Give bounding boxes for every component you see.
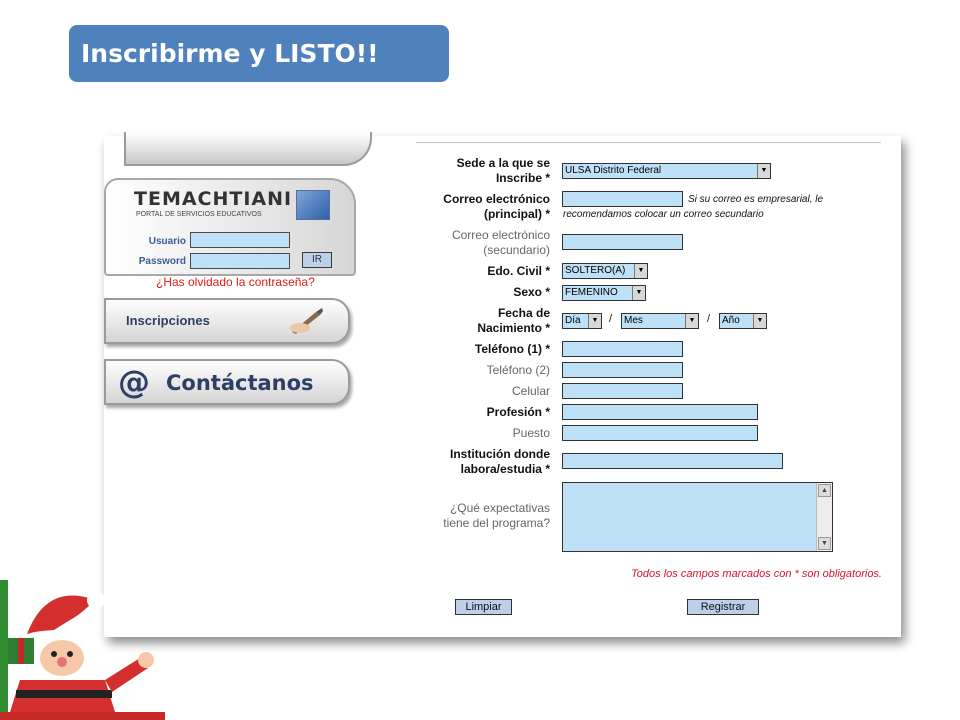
limpiar-button[interactable]: Limpiar xyxy=(455,599,512,615)
correo2-label: Correo electrónico (secundario) xyxy=(451,228,550,257)
inscripciones-button[interactable]: Inscripciones xyxy=(104,298,350,344)
expectativas-textarea[interactable]: ▲ ▼ xyxy=(562,482,833,552)
divider xyxy=(416,142,881,143)
tel2-input[interactable] xyxy=(562,362,683,378)
puesto-label: Puesto xyxy=(512,426,550,440)
emblem-icon xyxy=(296,190,330,220)
profesion-label: Profesión * xyxy=(486,405,550,419)
usuario-label: Usuario xyxy=(148,236,186,247)
tel2-label: Teléfono (2) xyxy=(486,363,550,377)
correo-input[interactable] xyxy=(562,191,683,207)
fecha-label: Fecha de Nacimiento * xyxy=(477,306,550,335)
tel1-input[interactable] xyxy=(562,341,683,357)
sexo-label: Sexo * xyxy=(513,285,550,299)
chevron-down-icon: ▼ xyxy=(685,314,698,328)
expectativas-label: ¿Qué expectativas tiene del programa? xyxy=(443,501,550,530)
correo-label: Correo electrónico (principal) * xyxy=(443,192,550,221)
celular-label: Celular xyxy=(511,384,550,398)
santa-illustration xyxy=(0,580,165,720)
celular-input[interactable] xyxy=(562,383,683,399)
correo-note-1: Si su correo es empresarial, le xyxy=(688,194,824,205)
usuario-input[interactable] xyxy=(190,232,290,248)
registrar-button[interactable]: Registrar xyxy=(687,599,759,615)
chevron-down-icon: ▼ xyxy=(588,314,601,328)
profesion-input[interactable] xyxy=(562,404,758,420)
institucion-label: Institución donde labora/estudia * xyxy=(450,447,550,476)
institucion-input[interactable] xyxy=(562,453,783,469)
page-title: Inscribirme y LISTO!! xyxy=(69,25,449,82)
date-separator: / xyxy=(609,313,613,325)
sexo-select[interactable]: FEMENINO ▼ xyxy=(562,285,646,301)
registration-screenshot: TEMACHTIANI PORTAL DE SERVICIOS EDUCATIV… xyxy=(104,132,901,637)
civil-select[interactable]: SOLTERO(A) ▼ xyxy=(562,263,648,279)
forgot-password-link[interactable]: ¿Has olvidado la contraseña? xyxy=(156,275,315,289)
temachtiani-logo: TEMACHTIANI xyxy=(134,188,293,210)
chevron-down-icon: ▼ xyxy=(632,286,645,300)
scroll-up-icon[interactable]: ▲ xyxy=(818,484,831,497)
required-fields-note: Todos los campos marcados con * son obli… xyxy=(631,568,882,580)
anio-select[interactable]: Año ▼ xyxy=(719,313,767,329)
contactanos-label: Contáctanos xyxy=(166,371,314,395)
logo-subtitle: PORTAL DE SERVICIOS EDUCATIVOS xyxy=(136,211,262,218)
sede-label: Sede a la que se Inscribe * xyxy=(456,156,550,185)
pen-icon xyxy=(290,308,323,334)
tel1-label: Teléfono (1) * xyxy=(474,342,550,356)
password-label: Password xyxy=(138,256,186,267)
civil-label: Edo. Civil * xyxy=(487,264,550,278)
password-input[interactable] xyxy=(190,253,290,269)
sidebar-top-tab xyxy=(124,132,372,166)
at-icon: @ xyxy=(118,363,150,401)
correo-note-2: recomendamos colocar un correo secundari… xyxy=(563,209,764,220)
correo2-input[interactable] xyxy=(562,234,683,250)
dia-select[interactable]: Día ▼ xyxy=(562,313,602,329)
chevron-down-icon: ▼ xyxy=(753,314,766,328)
ir-button[interactable]: IR xyxy=(302,252,332,268)
mes-select[interactable]: Mes ▼ xyxy=(621,313,699,329)
sede-select[interactable]: ULSA Distrito Federal ▼ xyxy=(562,163,771,179)
scroll-down-icon[interactable]: ▼ xyxy=(818,537,831,550)
scrollbar[interactable]: ▲ ▼ xyxy=(816,483,832,551)
chevron-down-icon: ▼ xyxy=(757,164,770,178)
contactanos-button[interactable]: @ Contáctanos xyxy=(104,359,350,405)
chevron-down-icon: ▼ xyxy=(634,264,647,278)
puesto-input[interactable] xyxy=(562,425,758,441)
date-separator: / xyxy=(707,313,711,325)
inscripciones-label: Inscripciones xyxy=(126,313,210,328)
